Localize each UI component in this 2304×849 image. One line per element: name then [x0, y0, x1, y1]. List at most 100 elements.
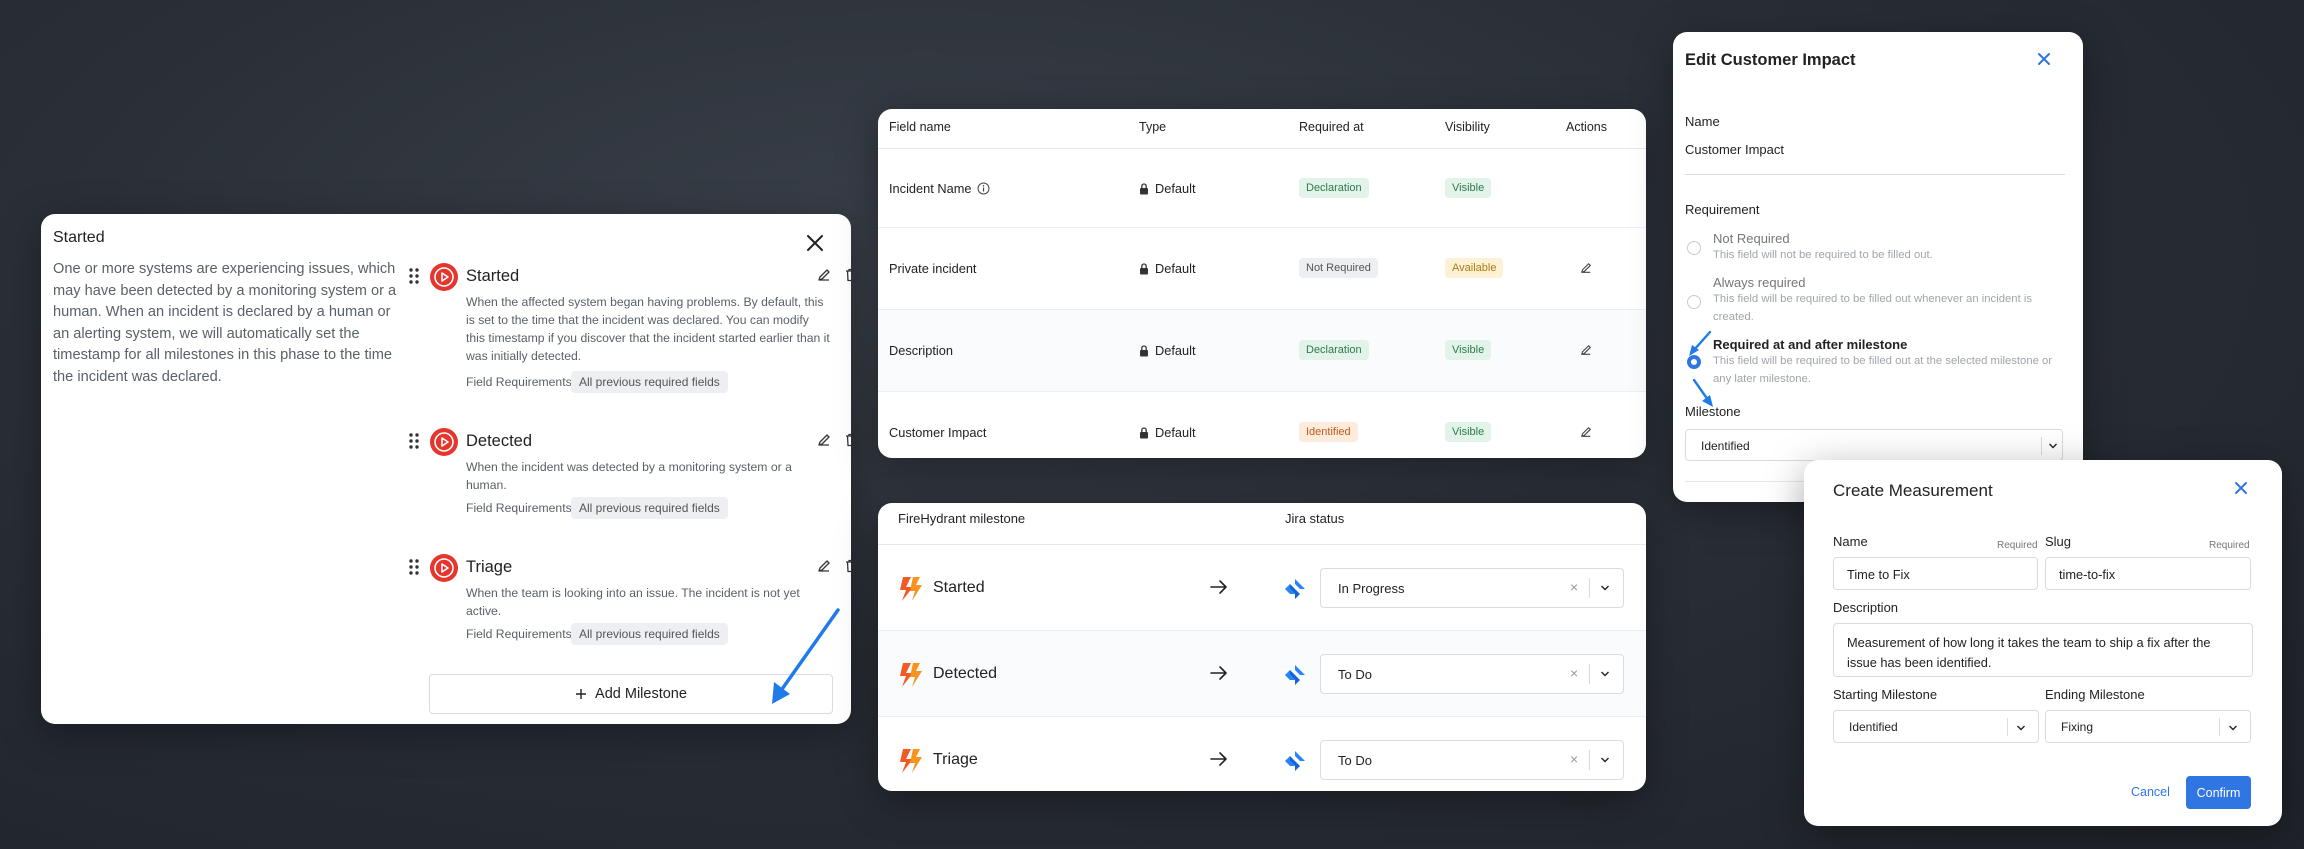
description-label: Description [1833, 600, 1899, 615]
starting-milestone-select[interactable]: Identified [1833, 710, 2039, 743]
drag-handle-icon[interactable] [408, 432, 420, 450]
jira-status-select[interactable]: To Do × [1320, 740, 1624, 780]
name-field[interactable]: Time to Fix [1833, 557, 2038, 590]
required-at-badge: Not Required [1299, 258, 1378, 278]
radio-always-required[interactable] [1687, 295, 1701, 309]
field-type: Default [1155, 343, 1196, 358]
clear-icon[interactable]: × [1570, 579, 1578, 595]
field-requirements-chip: All previous required fields [571, 623, 728, 645]
column-header: Field name [889, 120, 951, 134]
edit-icon[interactable] [1580, 262, 1592, 274]
column-header: Required at [1299, 120, 1364, 134]
table-row: Detected To Do × [878, 631, 1646, 717]
field-type: Default [1155, 261, 1196, 276]
lock-icon [1139, 262, 1149, 275]
milestone-item-triage: Triage When the team is looking into an … [403, 554, 851, 645]
ending-milestone-label: Ending Milestone [2045, 687, 2145, 702]
milestone-name: Triage [466, 558, 513, 576]
radio-not-required[interactable] [1687, 241, 1701, 255]
trash-icon[interactable] [844, 559, 851, 573]
chevron-down-icon[interactable] [1600, 584, 1610, 592]
trash-icon[interactable] [844, 433, 851, 447]
field-name: Private incident [889, 261, 977, 276]
milestone-item-detected: Detected When the incident was detected … [403, 428, 851, 519]
drag-handle-icon[interactable] [408, 558, 420, 576]
field-name: Description [889, 343, 954, 358]
edit-icon[interactable] [817, 268, 831, 282]
milestone-name: Detected [933, 665, 998, 682]
slug-label: Slug [2045, 534, 2072, 549]
confirm-button[interactable]: Confirm [2186, 776, 2251, 809]
play-icon [430, 428, 458, 456]
chevron-down-icon[interactable] [1600, 756, 1610, 764]
lock-icon [1139, 344, 1149, 357]
option-always-required: Always required This field will be requi… [1713, 275, 2032, 323]
info-icon[interactable] [977, 182, 990, 195]
slug-field[interactable]: time-to-fix [2045, 557, 2251, 590]
chevron-down-icon[interactable] [1600, 670, 1610, 678]
selected-status: To Do [1338, 753, 1372, 768]
name-field[interactable]: Customer Impact [1685, 142, 1784, 157]
trash-icon[interactable] [844, 268, 851, 282]
close-icon[interactable] [2035, 50, 2053, 68]
modal-title: Edit Customer Impact [1685, 51, 1856, 69]
radio-required-after-milestone[interactable] [1687, 355, 1701, 369]
field-name: Incident Name [889, 181, 972, 196]
name-required-label: Required [1997, 540, 2038, 551]
table-row: Started In Progress × [878, 545, 1646, 631]
add-milestone-button[interactable]: Add Milestone [429, 674, 833, 714]
firehydrant-logo-icon [898, 661, 924, 689]
table-row: Private incident Default Not Required Av… [878, 228, 1646, 310]
jira-logo-icon [1284, 750, 1306, 772]
table-row: Customer Impact Default Identified Visib… [878, 392, 1646, 458]
visibility-badge: Visible [1445, 422, 1492, 442]
play-icon [430, 554, 458, 582]
milestone-name: Started [933, 579, 985, 596]
field-type: Default [1155, 425, 1196, 440]
close-icon[interactable] [2232, 479, 2250, 497]
visibility-badge: Visible [1445, 340, 1492, 360]
edit-icon[interactable] [817, 433, 831, 447]
edit-icon[interactable] [817, 559, 831, 573]
name-label: Name [1685, 114, 1720, 129]
visibility-badge: Available [1445, 258, 1504, 278]
modal-title: Create Measurement [1833, 481, 1993, 500]
requirement-label: Requirement [1685, 202, 1760, 217]
edit-customer-impact-modal: Edit Customer Impact Name Customer Impac… [1673, 32, 2083, 502]
phase-title: Started [53, 229, 105, 246]
table-header: Field name Type Required at Visibility A… [878, 109, 1646, 149]
required-at-badge: Declaration [1299, 340, 1369, 360]
column-header: Jira status [1285, 511, 1345, 526]
slug-required-label: Required [2209, 540, 2250, 551]
chevron-down-icon[interactable] [2228, 724, 2238, 732]
play-icon [430, 263, 458, 291]
ending-milestone-select[interactable]: Fixing [2045, 710, 2251, 743]
chevron-down-icon[interactable] [2016, 724, 2026, 732]
create-measurement-modal: Create Measurement Name Required Time to… [1804, 460, 2282, 826]
jira-status-select[interactable]: To Do × [1320, 654, 1624, 694]
clear-icon[interactable]: × [1570, 665, 1578, 681]
starting-milestone-label: Starting Milestone [1833, 687, 1938, 702]
lock-icon [1139, 182, 1149, 195]
option-required-after-milestone: Required at and after milestone This fie… [1713, 337, 2053, 385]
table-header: FireHydrant milestone Jira status [878, 503, 1646, 545]
drag-handle-icon[interactable] [408, 267, 420, 285]
cancel-button[interactable]: Cancel [2131, 785, 2170, 799]
description-field[interactable]: Measurement of how long it takes the tea… [1833, 623, 2253, 677]
firehydrant-logo-icon [898, 747, 924, 775]
edit-icon[interactable] [1580, 344, 1592, 356]
edit-icon[interactable] [1580, 426, 1592, 438]
field-requirements-chip: All previous required fields [571, 497, 728, 519]
selected-ending-milestone: Fixing [2061, 720, 2094, 734]
selected-starting-milestone: Identified [1849, 720, 1898, 734]
lock-icon [1139, 426, 1149, 439]
chevron-down-icon[interactable] [2048, 442, 2058, 450]
phase-description: One or more systems are experiencing iss… [53, 261, 397, 385]
column-header: Visibility [1445, 120, 1490, 134]
close-icon[interactable] [804, 232, 826, 254]
milestone-select[interactable]: Identified [1685, 429, 2063, 461]
add-milestone-label: Add Milestone [595, 686, 687, 702]
jira-status-select[interactable]: In Progress × [1320, 568, 1624, 608]
milestone-name: Detected [466, 432, 533, 450]
clear-icon[interactable]: × [1570, 751, 1578, 767]
